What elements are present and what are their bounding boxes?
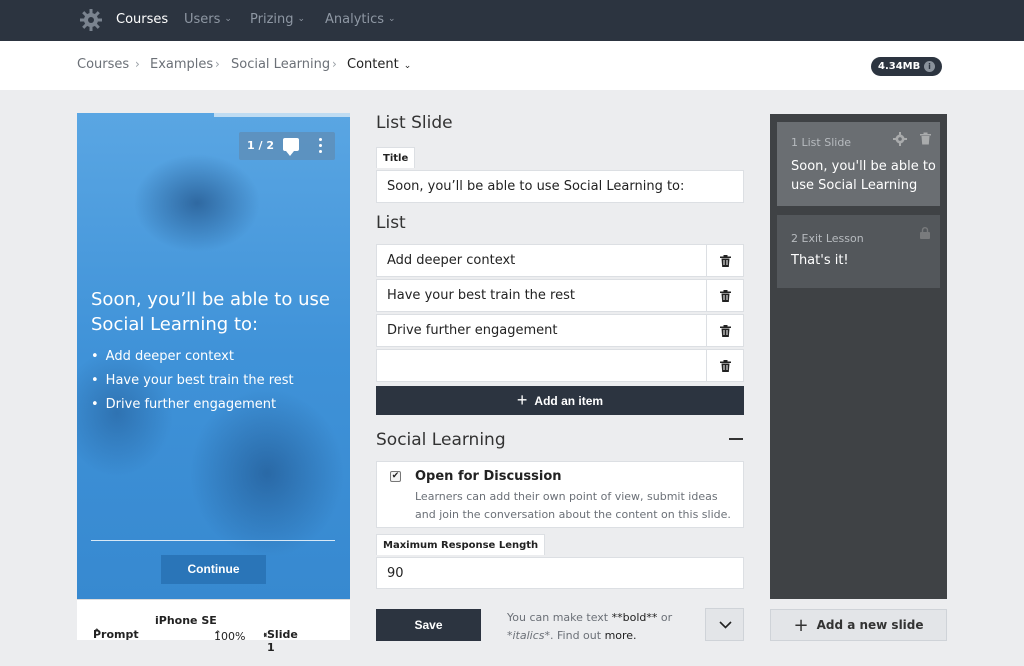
plus-icon: + [516,390,528,410]
save-button[interactable]: Save [376,609,481,641]
gear-icon[interactable] [893,132,907,146]
slide-card-meta: 1 List Slide [791,136,852,149]
list-item-input[interactable]: Drive further engagement [376,314,707,347]
more-vertical-icon[interactable] [319,138,323,156]
nav-analytics[interactable]: Analytics ⌄ [325,12,396,27]
trash-icon[interactable] [706,279,744,312]
nav-users[interactable]: Users ⌄ [184,12,232,27]
slide-card-text: That's it! [791,253,849,268]
open-for-discussion-option: ✔ Open for Discussion Learners can add t… [376,461,744,528]
add-slide-button[interactable]: + Add a new slide [770,609,947,641]
max-length-input[interactable]: 90 [376,557,744,589]
collapse-minus-icon[interactable] [729,438,743,440]
discussion-description: Learners can add their own point of view… [415,490,731,521]
nav-prizing[interactable]: Prizing ⌄ [250,12,305,27]
chevron-right-icon: › [215,57,220,71]
discussion-checkbox[interactable]: ✔ [390,471,401,482]
nav-courses[interactable]: Courses [116,12,168,27]
chevron-down-icon: ⌄ [224,14,232,24]
slide-progress-bar [214,113,350,117]
continue-button[interactable]: Continue [161,555,266,584]
slide-preview: 1 / 2 Soon, you’ll be able to use Social… [77,113,350,599]
find-out-more-link[interactable]: more. [605,629,637,642]
slide-counter: 1 / 2 [247,139,274,152]
slide-list-panel: 1 List Slide Soon, you'll be able to use… [770,114,947,599]
trash-icon[interactable] [706,349,744,382]
breadcrumb-examples[interactable]: Examples [150,57,213,72]
comment-icon[interactable] [283,138,299,156]
chevron-down-icon: ⌄ [297,14,306,24]
breadcrumb-courses[interactable]: Courses [77,57,129,72]
add-item-button[interactable]: + Add an item [376,386,744,415]
list-item-input[interactable]: Have your best train the rest [376,279,707,312]
social-learning-heading: Social Learning [376,430,506,450]
preview-toolbar: 1 / 2 [239,132,335,160]
list-item: Add deeper context [91,345,294,369]
preview-list: Add deeper context Have your best train … [91,345,294,417]
trash-icon[interactable] [706,314,744,347]
chevron-up-icon: ⌃ [93,628,101,638]
slide-card-meta: 2 Exit Lesson [791,232,864,245]
chevron-right-icon[interactable]: › [263,628,268,641]
divider [91,540,335,541]
gear-logo-icon[interactable] [80,9,102,31]
trash-icon[interactable] [706,244,744,277]
chevron-down-icon [719,621,732,629]
list-item-input[interactable] [376,349,707,382]
list-heading: List [376,213,406,233]
list-item: Have your best train the rest [91,369,294,393]
trash-icon[interactable] [920,132,931,145]
list-item: Drive further engagement [91,393,294,417]
device-selector[interactable]: iPhone SE [155,614,217,627]
slide-type-heading: List Slide [376,113,453,133]
storage-size-value: 4.34MB [878,61,921,72]
chevron-right-icon: › [332,57,337,71]
max-length-label: Maximum Response Length [376,534,546,555]
breadcrumb-content-dropdown[interactable]: Content ⌄ [347,57,411,72]
chevron-right-icon: › [135,57,140,71]
expand-options-button[interactable] [705,608,744,641]
slide-card-text: Soon, you'll be able to use Social Learn… [791,159,936,193]
storage-size-badge: 4.34MB i [871,57,942,76]
title-label: Title [376,147,416,168]
top-nav: Courses Users ⌄ Prizing ⌄ Analytics ⌄ [0,0,1024,41]
chevron-down-icon: ⌄ [403,61,412,71]
plus-icon: + [793,614,809,636]
preview-footer: Prompt ⌃ iPhone SE 100% ⌃ ‹ Slide 1 › [77,599,350,654]
preview-headline: Soon, you’ll be able to use Social Learn… [91,289,330,335]
chevron-down-icon: ⌄ [388,14,396,24]
list-item-input[interactable]: Add deeper context [376,244,707,277]
formatting-hint: You can make text **bold** or *italics*.… [507,611,673,642]
slide-card-1[interactable]: 1 List Slide Soon, you'll be able to use… [777,122,940,206]
title-input[interactable]: Soon, you’ll be able to use Social Learn… [376,170,744,203]
discussion-title: Open for Discussion [415,469,562,484]
chevron-up-icon: ⌃ [214,630,222,640]
breadcrumb-social-learning[interactable]: Social Learning [231,57,330,72]
info-icon[interactable]: i [924,61,935,72]
lock-icon [920,227,930,239]
slide-card-2[interactable]: 2 Exit Lesson That's it! [777,215,940,288]
